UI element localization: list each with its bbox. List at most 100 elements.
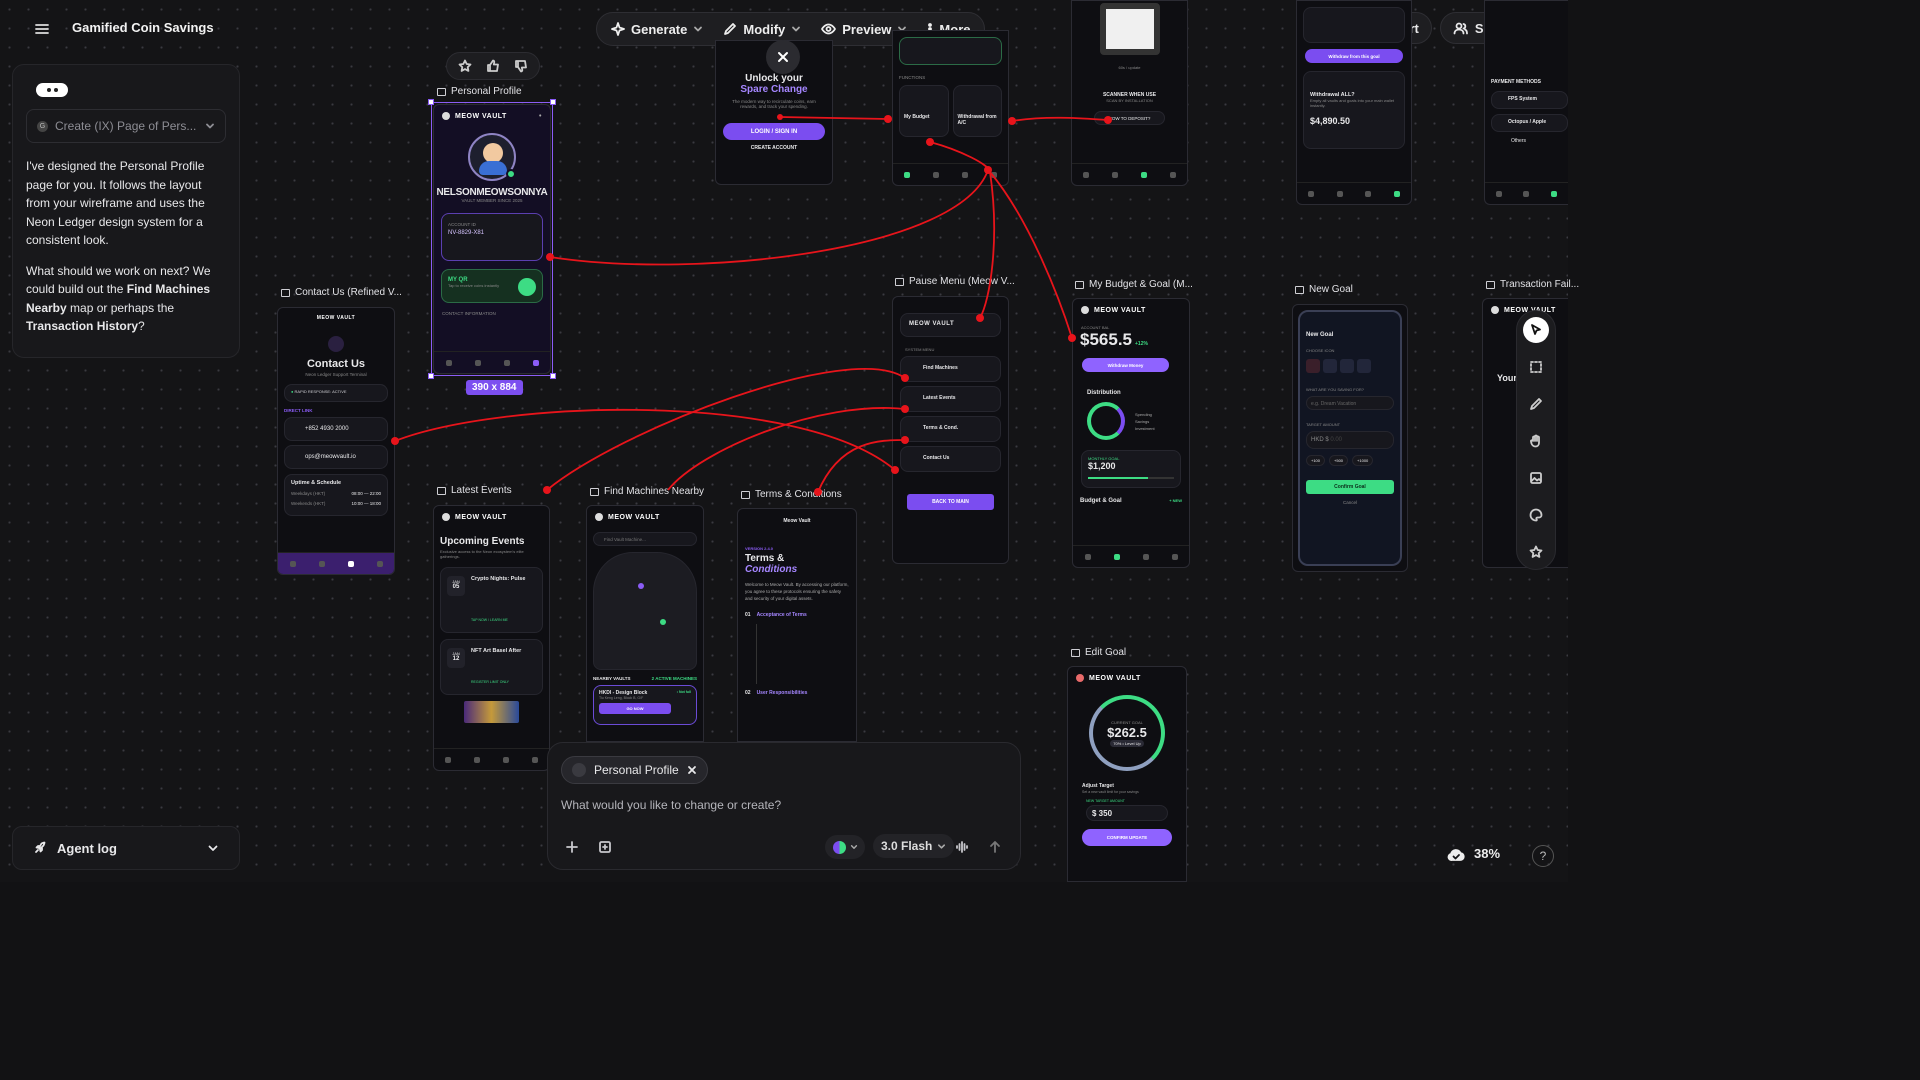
event-card[interactable]: JAN 12 NFT Art Basel After REGISTER LIMIT …: [440, 639, 543, 695]
model-avatar[interactable]: [825, 835, 865, 859]
login-button[interactable]: LOGIN / SIGN IN: [723, 123, 825, 140]
machine-search-input[interactable]: Find Vault Machine...: [593, 532, 697, 546]
frame-label-terms[interactable]: Terms & Conditions: [741, 489, 842, 500]
chevron-down-icon: [850, 843, 858, 851]
thumbs-down-icon[interactable]: [509, 55, 533, 77]
menu-item-contact[interactable]: Contact Us: [900, 446, 1001, 472]
confirm-goal-button[interactable]: Confirm Goal: [1306, 480, 1394, 494]
frame-label-new-goal[interactable]: New Goal: [1295, 284, 1353, 295]
frame-label-edit-goal[interactable]: Edit Goal: [1071, 647, 1126, 658]
bottom-nav: [278, 552, 394, 574]
menu-button[interactable]: [26, 16, 58, 42]
frame-find-machines[interactable]: MEOW VAULT Find Vault Machine... NEARBY …: [586, 505, 704, 742]
frame-label-transaction-fail[interactable]: Transaction Fail...: [1486, 279, 1579, 290]
voice-icon[interactable]: [951, 836, 973, 858]
star-icon[interactable]: [453, 55, 477, 77]
donut-chart: [1087, 402, 1125, 440]
back-to-main-button[interactable]: BACK TO MAIN: [907, 494, 994, 510]
context-select-label: Create (IX) Page of Pers...: [55, 119, 197, 133]
close-button[interactable]: [766, 40, 800, 74]
star-icon[interactable]: [1523, 539, 1549, 565]
target-amount-input[interactable]: HKD $ 0.00: [1306, 431, 1394, 449]
menu-item-terms[interactable]: Terms & Cond.: [900, 416, 1001, 442]
machines-map[interactable]: [593, 552, 697, 670]
event-card[interactable]: JAN 05 Crypto Nights: Pulse TAP NOW / LEAR…: [440, 567, 543, 633]
frame-new-goal[interactable]: New Goal CHOOSE ICON WHAT ARE YOU SAVING…: [1292, 304, 1408, 572]
cancel-button[interactable]: Cancel: [1306, 500, 1394, 505]
how-to-deposit-button[interactable]: HOW TO DEPOSIT?: [1094, 111, 1165, 125]
close-icon[interactable]: [687, 765, 697, 775]
add-icon[interactable]: [561, 836, 583, 858]
context-select[interactable]: G Create (IX) Page of Pers...: [26, 109, 226, 143]
frame-label-personal-profile[interactable]: Personal Profile: [437, 86, 522, 97]
help-button[interactable]: ?: [1532, 845, 1554, 867]
prompt-input[interactable]: [561, 798, 1001, 812]
chevron-down-icon: [207, 842, 219, 854]
model-select[interactable]: 3.0 Flash: [873, 834, 955, 858]
pencil-icon: [723, 22, 737, 36]
chevron-down-icon: [693, 24, 703, 34]
hamburger-icon: [35, 24, 49, 34]
confirm-update-button[interactable]: CONFIRM UPDATE: [1082, 829, 1172, 846]
frame-edit-goal[interactable]: MEOW VAULT CURRENT GOAL $262.5 70% • Lev…: [1067, 666, 1187, 882]
contact-title: Contact Us: [306, 358, 366, 370]
cursor-icon[interactable]: [1523, 317, 1549, 343]
frame-terms[interactable]: Meow Vault VERSION 2.4.0 Terms & Conditi…: [737, 508, 857, 742]
modify-button[interactable]: Modify: [715, 15, 809, 43]
context-chip[interactable]: Personal Profile: [561, 756, 708, 784]
frame-contact-us[interactable]: MEOW VAULT Contact Us Neon Ledger Suppor…: [277, 307, 395, 575]
attach-frame-icon[interactable]: [594, 836, 616, 858]
menu-item-latest-events[interactable]: Latest Events: [900, 386, 1001, 412]
connector-line: [546, 368, 906, 491]
go-now-button[interactable]: GO NOW: [599, 703, 671, 714]
goal-name-input[interactable]: e.g. Dream Vacation: [1306, 396, 1394, 410]
target-input[interactable]: $ 350: [1086, 805, 1168, 821]
email-row[interactable]: ops@meowvault.io: [284, 445, 388, 469]
frame-latest-events[interactable]: MEOW VAULT Upcoming Events Exclusive acc…: [433, 505, 550, 771]
frame-pause-menu[interactable]: MEOW VAULT SYSTEM MENU Find Machines Lat…: [892, 296, 1009, 564]
frame-select-icon[interactable]: [1523, 354, 1549, 380]
my-budget-tile[interactable]: My Budget: [899, 85, 949, 137]
phone-row[interactable]: +852 4930 2000: [284, 417, 388, 441]
hand-icon[interactable]: [1523, 428, 1549, 454]
assistant-message: I've designed the Personal Profile page …: [26, 157, 226, 336]
withdraw-goal-button[interactable]: Withdraw from this goal: [1305, 49, 1403, 63]
vault-spot-card[interactable]: HKDI - Design Block • Not full Tiu Keng L…: [593, 685, 697, 725]
pencil-icon[interactable]: [1523, 391, 1549, 417]
qr-code: [1099, 3, 1160, 55]
agent-log-toggle[interactable]: Agent log: [12, 826, 240, 870]
thumbs-up-icon[interactable]: [481, 55, 505, 77]
agent-log-label: Agent log: [57, 840, 117, 856]
frame-label-my-budget[interactable]: My Budget & Goal (M...: [1075, 279, 1193, 290]
frame-label-contact-us[interactable]: Contact Us (Refined V...: [281, 287, 402, 298]
frame-label-latest-events[interactable]: Latest Events: [437, 485, 512, 496]
frame-label-pause-menu[interactable]: Pause Menu (Meow V...: [895, 276, 1015, 287]
palette-icon[interactable]: [1523, 502, 1549, 528]
selection-box[interactable]: [428, 99, 556, 379]
size-badge: 390 x 884: [466, 380, 523, 395]
users-icon: [1453, 21, 1468, 35]
generate-button[interactable]: Generate: [603, 15, 711, 43]
image-icon[interactable]: [1523, 465, 1549, 491]
sparkle-icon: [611, 22, 625, 36]
withdrawal-tile[interactable]: Withdrawal from A/C: [952, 85, 1002, 137]
frame-payment[interactable]: PAYMENT METHODS FPS System Octopus / App…: [1484, 0, 1568, 205]
menu-item-find-machines[interactable]: Find Machines: [900, 356, 1001, 382]
frame-label-find-machines[interactable]: Find Machines Nearby: [590, 486, 704, 497]
context-chip-label: Personal Profile: [594, 763, 679, 777]
frame-withdraw[interactable]: Withdraw from this goal Withdrawal ALL? …: [1296, 0, 1412, 205]
preview-label: Preview: [842, 21, 892, 37]
zoom-level[interactable]: 38%: [1474, 846, 1500, 861]
send-icon[interactable]: [984, 836, 1006, 858]
frame-scanner[interactable]: 60s / update SCANNER WHEN USE SCAN BY IN…: [1071, 0, 1188, 186]
cloud-sync-icon[interactable]: [1447, 847, 1465, 863]
model-label: 3.0 Flash: [881, 839, 933, 853]
modify-label: Modify: [743, 21, 786, 37]
frame-my-budget[interactable]: MEOW VAULT ACCOUNT BAL $565.5 +12% Withdr…: [1072, 298, 1190, 568]
event-image: [464, 701, 519, 723]
connector-line: [394, 408, 896, 471]
frame-home[interactable]: FUNCTIONS My Budget Withdrawal from A/C: [892, 30, 1009, 186]
create-account-button[interactable]: CREATE ACCOUNT: [723, 145, 825, 157]
close-icon: [778, 52, 788, 62]
withdraw-money-button[interactable]: Withdraw Money: [1082, 358, 1169, 372]
